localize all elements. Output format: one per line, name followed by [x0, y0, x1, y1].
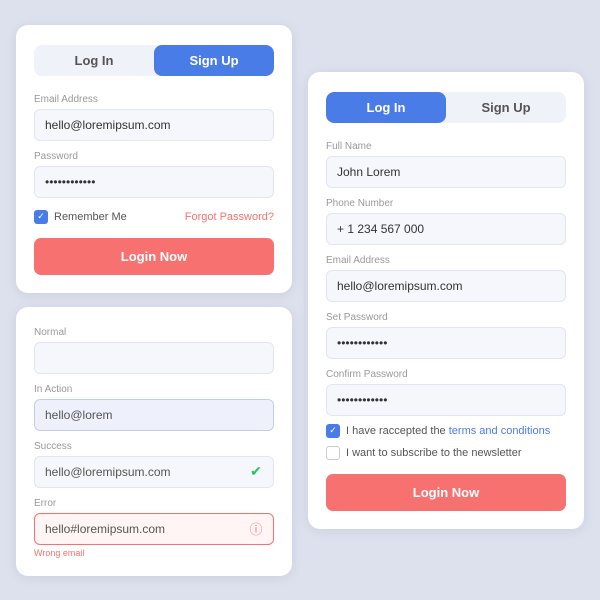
password-label: Password	[34, 151, 274, 162]
terms-checkbox[interactable]: ✓	[326, 424, 340, 438]
success-input[interactable]	[34, 456, 274, 488]
login-card: Log In Sign Up Email Address Password ✓ …	[16, 25, 292, 293]
right-column: Log In Sign Up Full Name Phone Number Em…	[308, 72, 584, 529]
remember-label: Remember Me	[54, 211, 127, 223]
newsletter-label: I want to subscribe to the newsletter	[346, 447, 521, 459]
tab-right-login[interactable]: Log In	[326, 92, 446, 123]
signup-tabs: Log In Sign Up	[326, 92, 566, 123]
email-input[interactable]	[34, 109, 274, 141]
left-column: Log In Sign Up Email Address Password ✓ …	[16, 25, 292, 576]
terms-prefix: I have raccepted the	[346, 425, 449, 437]
check-icon: ✓	[37, 211, 45, 222]
remember-checkbox[interactable]: ✓	[34, 210, 48, 224]
input-states-card: Normal In Action Success ✔ Error ⓘ Wrong…	[16, 307, 292, 576]
success-label: Success	[34, 441, 274, 452]
password-input[interactable]	[34, 166, 274, 198]
right-email-input[interactable]	[326, 270, 566, 302]
set-password-label: Set Password	[326, 312, 566, 323]
normal-wrap	[34, 342, 274, 374]
login-button[interactable]: Login Now	[34, 238, 274, 275]
tab-login[interactable]: Log In	[34, 45, 154, 76]
terms-check-icon: ✓	[329, 425, 337, 436]
terms-text: I have raccepted the terms and condition…	[346, 425, 550, 437]
error-input[interactable]	[34, 513, 274, 545]
confirm-password-label: Confirm Password	[326, 369, 566, 380]
normal-input[interactable]	[34, 342, 274, 374]
signup-card: Log In Sign Up Full Name Phone Number Em…	[308, 72, 584, 529]
fullname-input[interactable]	[326, 156, 566, 188]
newsletter-row: I want to subscribe to the newsletter	[326, 446, 566, 460]
fullname-wrap	[326, 156, 566, 188]
normal-label: Normal	[34, 327, 274, 338]
error-icon: ⓘ	[248, 521, 264, 537]
remember-row: ✓ Remember Me Forgot Password?	[34, 210, 274, 224]
email-label: Email Address	[34, 94, 274, 105]
success-wrap: ✔	[34, 456, 274, 488]
confirm-password-input[interactable]	[326, 384, 566, 416]
terms-row: ✓ I have raccepted the terms and conditi…	[326, 424, 566, 438]
confirm-password-wrap	[326, 384, 566, 416]
set-password-wrap	[326, 327, 566, 359]
phone-input[interactable]	[326, 213, 566, 245]
phone-label: Phone Number	[326, 198, 566, 209]
forgot-password-link[interactable]: Forgot Password?	[185, 211, 274, 223]
error-wrap: ⓘ	[34, 513, 274, 545]
right-email-label: Email Address	[326, 255, 566, 266]
newsletter-checkbox[interactable]	[326, 446, 340, 460]
email-wrap	[34, 109, 274, 141]
in-action-input[interactable]	[34, 399, 274, 431]
phone-wrap	[326, 213, 566, 245]
terms-link[interactable]: terms and conditions	[449, 425, 551, 437]
login-tabs: Log In Sign Up	[34, 45, 274, 76]
set-password-input[interactable]	[326, 327, 566, 359]
right-email-wrap	[326, 270, 566, 302]
password-wrap	[34, 166, 274, 198]
in-action-label: In Action	[34, 384, 274, 395]
signup-login-button[interactable]: Login Now	[326, 474, 566, 511]
error-message: Wrong email	[34, 548, 274, 558]
fullname-label: Full Name	[326, 141, 566, 152]
success-icon: ✔	[248, 464, 264, 480]
error-label: Error	[34, 498, 274, 509]
in-action-wrap	[34, 399, 274, 431]
tab-right-signup[interactable]: Sign Up	[446, 92, 566, 123]
tab-signup[interactable]: Sign Up	[154, 45, 274, 76]
